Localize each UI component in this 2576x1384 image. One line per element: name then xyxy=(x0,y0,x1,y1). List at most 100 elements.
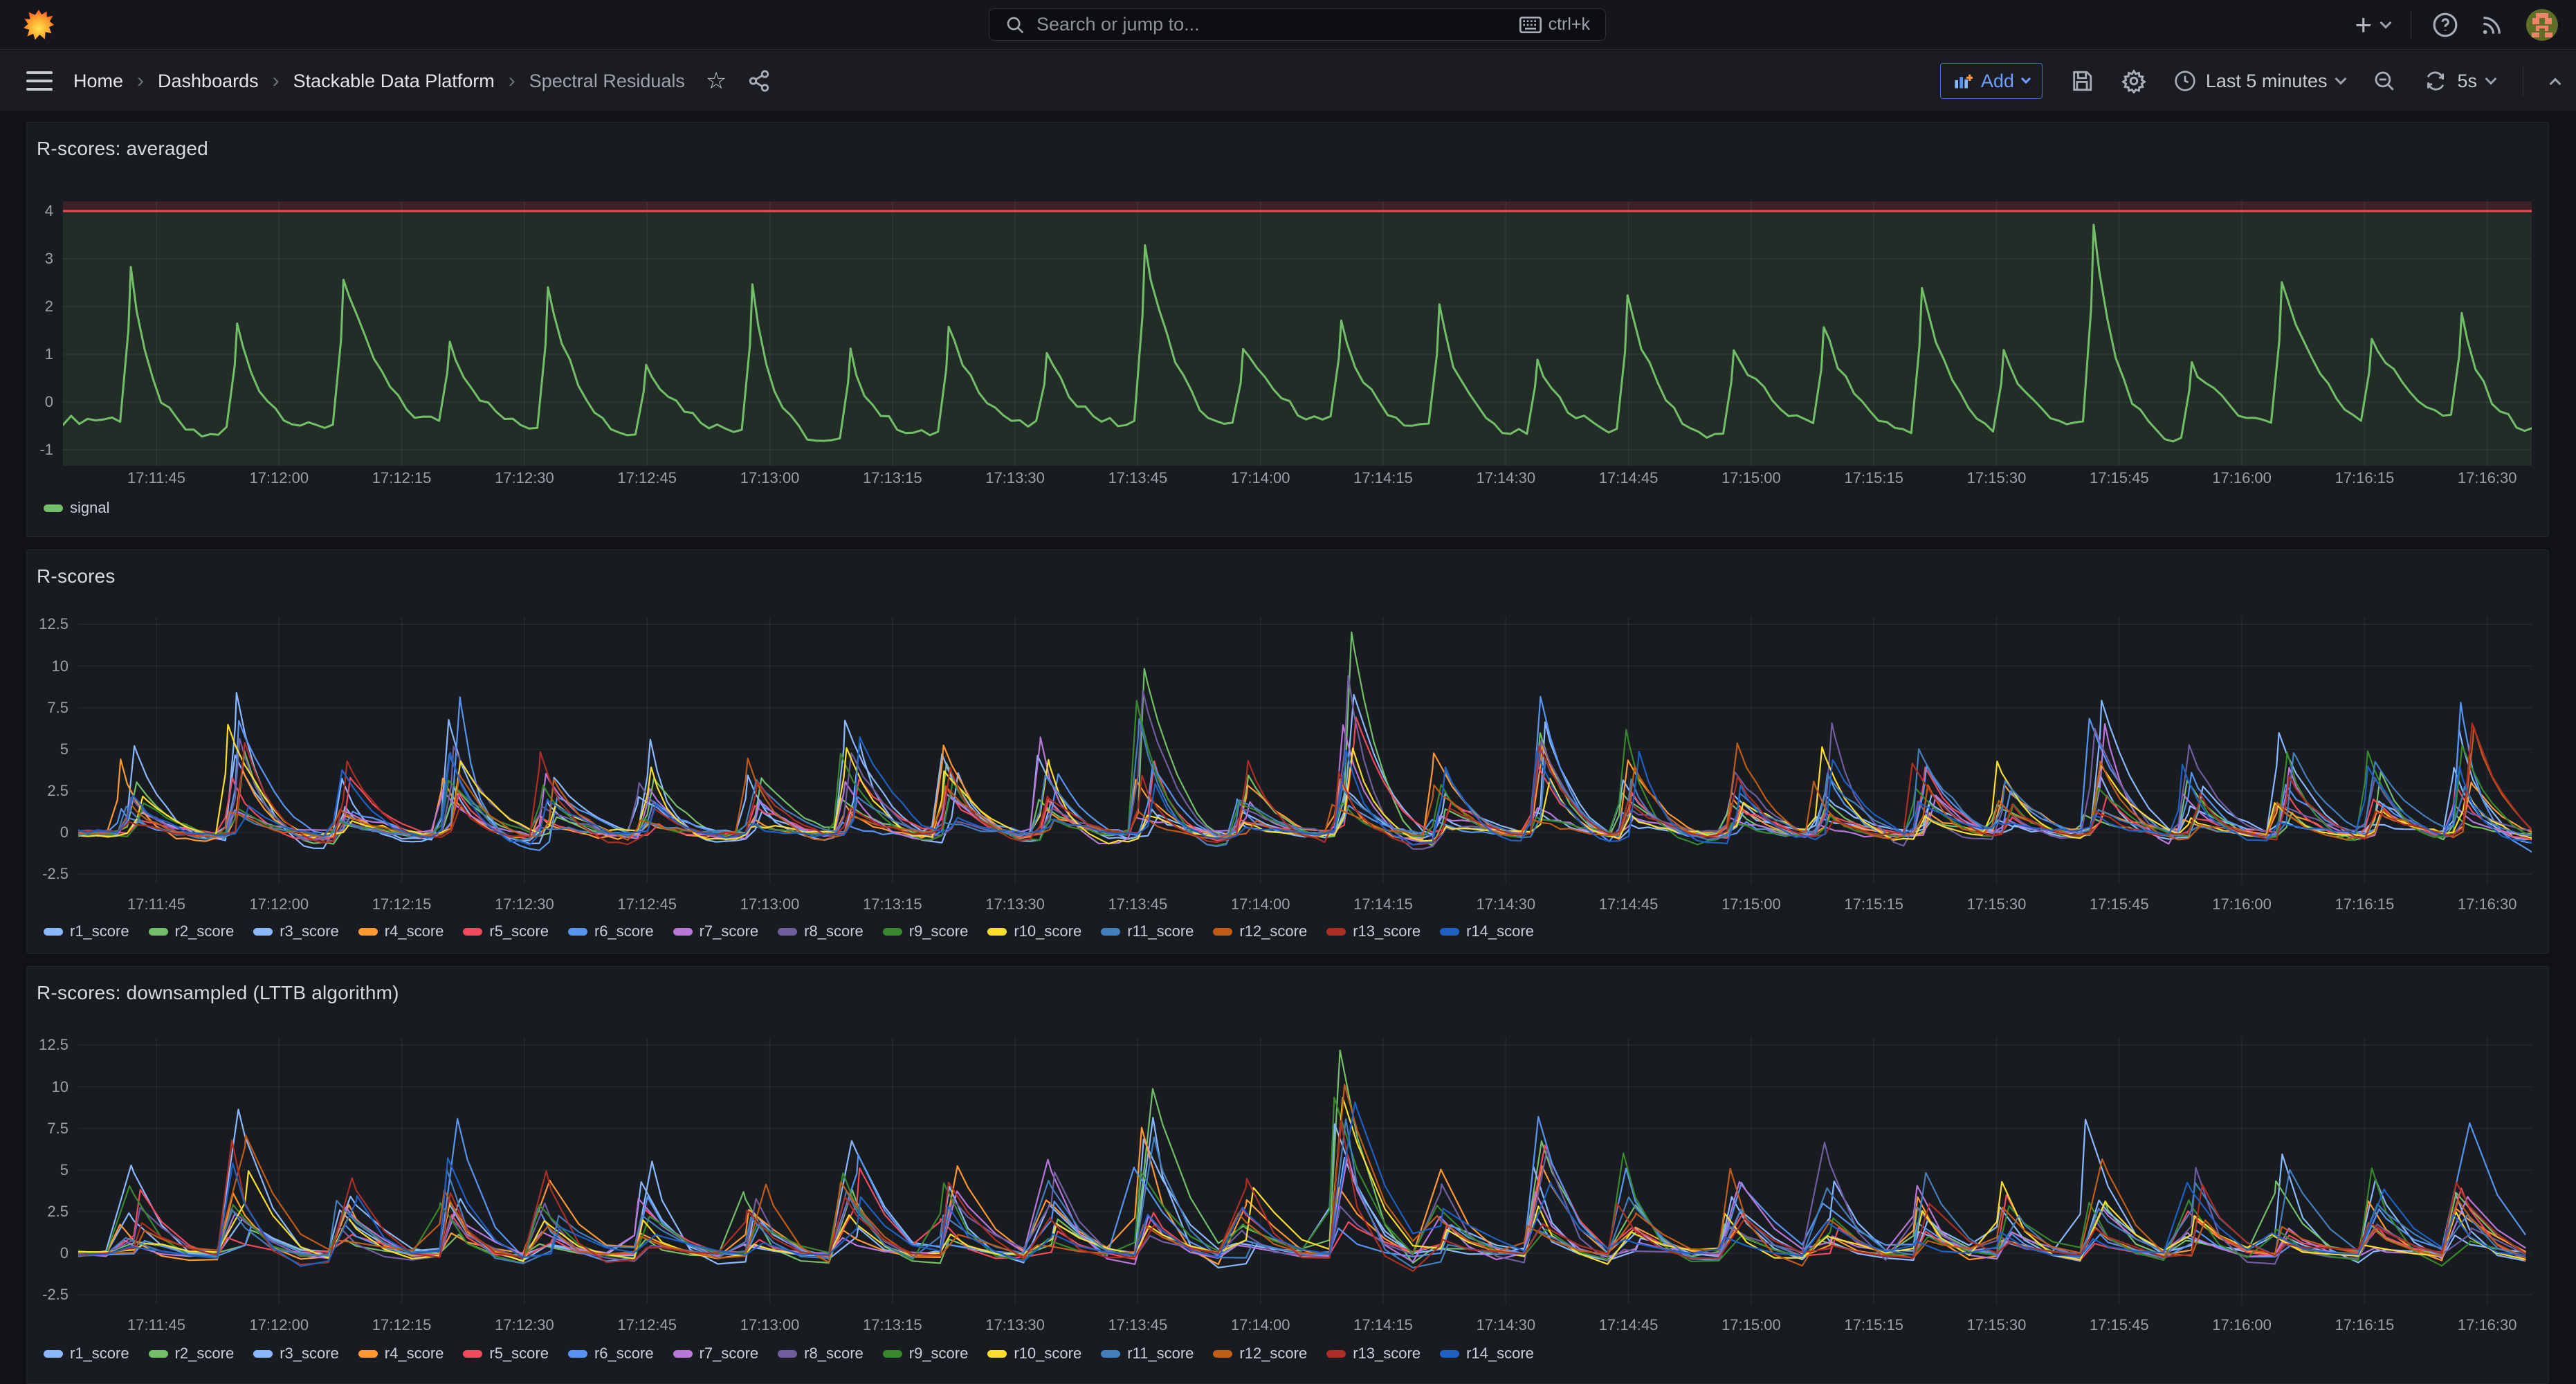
legend-swatch xyxy=(673,928,693,936)
legend-item-r1_score[interactable]: r1_score xyxy=(44,1345,129,1363)
x-axis-tick: 17:12:45 xyxy=(592,1316,702,1334)
breadcrumb-dashboards[interactable]: Dashboards xyxy=(158,71,259,92)
legend-item-r13_score[interactable]: r13_score xyxy=(1326,922,1421,940)
panel-title[interactable]: R-scores xyxy=(37,565,116,588)
legend-label: r14_score xyxy=(1466,922,1534,940)
share-button[interactable] xyxy=(747,69,771,93)
legend-item-r4_score[interactable]: r4_score xyxy=(358,1345,444,1363)
news-button[interactable] xyxy=(2479,12,2505,38)
save-icon xyxy=(2070,69,2094,93)
x-axis-tick: 17:16:00 xyxy=(2186,469,2297,487)
legend-item-r2_score[interactable]: r2_score xyxy=(149,922,235,940)
legend-item-r5_score[interactable]: r5_score xyxy=(463,922,549,940)
x-axis-tick: 17:12:00 xyxy=(223,895,334,913)
time-range-label: Last 5 minutes xyxy=(2206,71,2328,92)
chevron-down-icon xyxy=(2485,73,2497,85)
y-axis-tick: 2.5 xyxy=(27,1203,68,1221)
legend-swatch xyxy=(778,1350,797,1358)
legend-item-r7_score[interactable]: r7_score xyxy=(673,922,759,940)
save-button[interactable] xyxy=(2070,69,2094,93)
legend-label: r2_score xyxy=(175,1345,235,1363)
zoom-out-button[interactable] xyxy=(2373,69,2396,93)
legend-swatch xyxy=(1213,1350,1232,1358)
legend-item-r9_score[interactable]: r9_score xyxy=(883,922,969,940)
x-axis-tick: 17:13:15 xyxy=(837,895,948,913)
breadcrumb-home[interactable]: Home xyxy=(73,71,123,92)
legend-label: r5_score xyxy=(489,1345,549,1363)
y-axis-tick: 0 xyxy=(27,823,68,841)
x-axis-tick: 17:15:00 xyxy=(1696,1316,1807,1334)
user-avatar[interactable] xyxy=(2526,9,2558,41)
legend-item-r7_score[interactable]: r7_score xyxy=(673,1345,759,1363)
legend-item-r12_score[interactable]: r12_score xyxy=(1213,1345,1307,1363)
chart-plot-area[interactable] xyxy=(78,617,2532,884)
x-axis-tick: 17:16:30 xyxy=(2432,469,2543,487)
legend-swatch xyxy=(1326,1350,1346,1358)
legend-item-r6_score[interactable]: r6_score xyxy=(568,922,654,940)
x-axis-tick: 17:12:30 xyxy=(469,895,580,913)
legend-swatch xyxy=(987,928,1007,936)
settings-button[interactable] xyxy=(2121,69,2146,93)
legend-swatch xyxy=(568,1350,587,1358)
legend-item-r9_score[interactable]: r9_score xyxy=(883,1345,969,1363)
news-rss-icon xyxy=(2479,12,2505,38)
time-range-picker[interactable]: Last 5 minutes xyxy=(2174,70,2346,92)
legend-item-r11_score[interactable]: r11_score xyxy=(1101,1345,1194,1363)
help-button[interactable] xyxy=(2432,12,2458,38)
x-axis-tick: 17:12:15 xyxy=(347,895,457,913)
x-axis-tick: 17:12:45 xyxy=(592,469,702,487)
panel-title[interactable]: R-scores: downsampled (LTTB algorithm) xyxy=(37,982,399,1004)
favorite-button[interactable]: ☆ xyxy=(706,67,727,95)
legend-swatch xyxy=(673,1350,693,1358)
y-axis-tick: -1 xyxy=(27,441,53,459)
x-axis-tick: 17:16:00 xyxy=(2186,895,2297,913)
panel-rscores-downsampled: R-scores: downsampled (LTTB algorithm) 1… xyxy=(26,966,2549,1384)
zoom-out-icon xyxy=(2373,69,2396,93)
x-axis-tick: 17:16:15 xyxy=(2309,469,2420,487)
x-axis-tick: 17:14:30 xyxy=(1450,1316,1561,1334)
legend-item-r11_score[interactable]: r11_score xyxy=(1101,922,1194,940)
legend-swatch xyxy=(1213,928,1232,936)
collapse-toolbar-button[interactable] xyxy=(2551,74,2559,88)
menu-toggle-icon[interactable] xyxy=(26,71,53,91)
legend-item-r8_score[interactable]: r8_score xyxy=(778,1345,864,1363)
legend-item-r10_score[interactable]: r10_score xyxy=(987,922,1081,940)
star-icon: ☆ xyxy=(706,67,727,95)
legend-item-r3_score[interactable]: r3_score xyxy=(253,922,339,940)
legend-item-r3_score[interactable]: r3_score xyxy=(253,1345,339,1363)
legend-item-r5_score[interactable]: r5_score xyxy=(463,1345,549,1363)
panel-title[interactable]: R-scores: averaged xyxy=(37,138,208,160)
legend-label: r1_score xyxy=(70,1345,129,1363)
legend-swatch xyxy=(44,1350,63,1358)
breadcrumb-folder[interactable]: Stackable Data Platform xyxy=(293,71,495,92)
legend-item-r1_score[interactable]: r1_score xyxy=(44,922,129,940)
add-button[interactable]: Add xyxy=(1940,63,2043,99)
legend-item-r6_score[interactable]: r6_score xyxy=(568,1345,654,1363)
legend-item-r8_score[interactable]: r8_score xyxy=(778,922,864,940)
legend-item-r14_score[interactable]: r14_score xyxy=(1440,1345,1534,1363)
x-axis-tick: 17:13:00 xyxy=(715,469,825,487)
legend-item-r13_score[interactable]: r13_score xyxy=(1326,1345,1421,1363)
legend-item-r10_score[interactable]: r10_score xyxy=(987,1345,1081,1363)
search-input[interactable]: Search or jump to... ctrl+k xyxy=(989,8,1606,41)
legend-label: r12_score xyxy=(1239,1345,1307,1363)
legend-item-r4_score[interactable]: r4_score xyxy=(358,922,444,940)
chevron-down-icon xyxy=(2021,74,2031,84)
legend-item-r12_score[interactable]: r12_score xyxy=(1213,922,1307,940)
legend-label: r9_score xyxy=(909,922,969,940)
chevron-down-icon xyxy=(2335,73,2347,85)
grafana-logo[interactable] xyxy=(24,10,54,40)
legend-swatch xyxy=(883,1350,902,1358)
legend-swatch xyxy=(1101,1350,1120,1358)
chart-plot-area[interactable] xyxy=(78,1037,2532,1304)
new-button[interactable]: + xyxy=(2355,10,2390,39)
legend-label: r7_score xyxy=(700,1345,759,1363)
x-axis-tick: 17:15:00 xyxy=(1696,469,1807,487)
legend-item-r2_score[interactable]: r2_score xyxy=(149,1345,235,1363)
legend-item-r14_score[interactable]: r14_score xyxy=(1440,922,1534,940)
legend-item-signal[interactable]: signal xyxy=(44,499,109,517)
refresh-controls[interactable]: 5s xyxy=(2424,69,2495,93)
x-axis-tick: 17:15:00 xyxy=(1696,895,1807,913)
legend-swatch xyxy=(358,1350,378,1358)
chart-plot-area[interactable] xyxy=(63,201,2532,466)
